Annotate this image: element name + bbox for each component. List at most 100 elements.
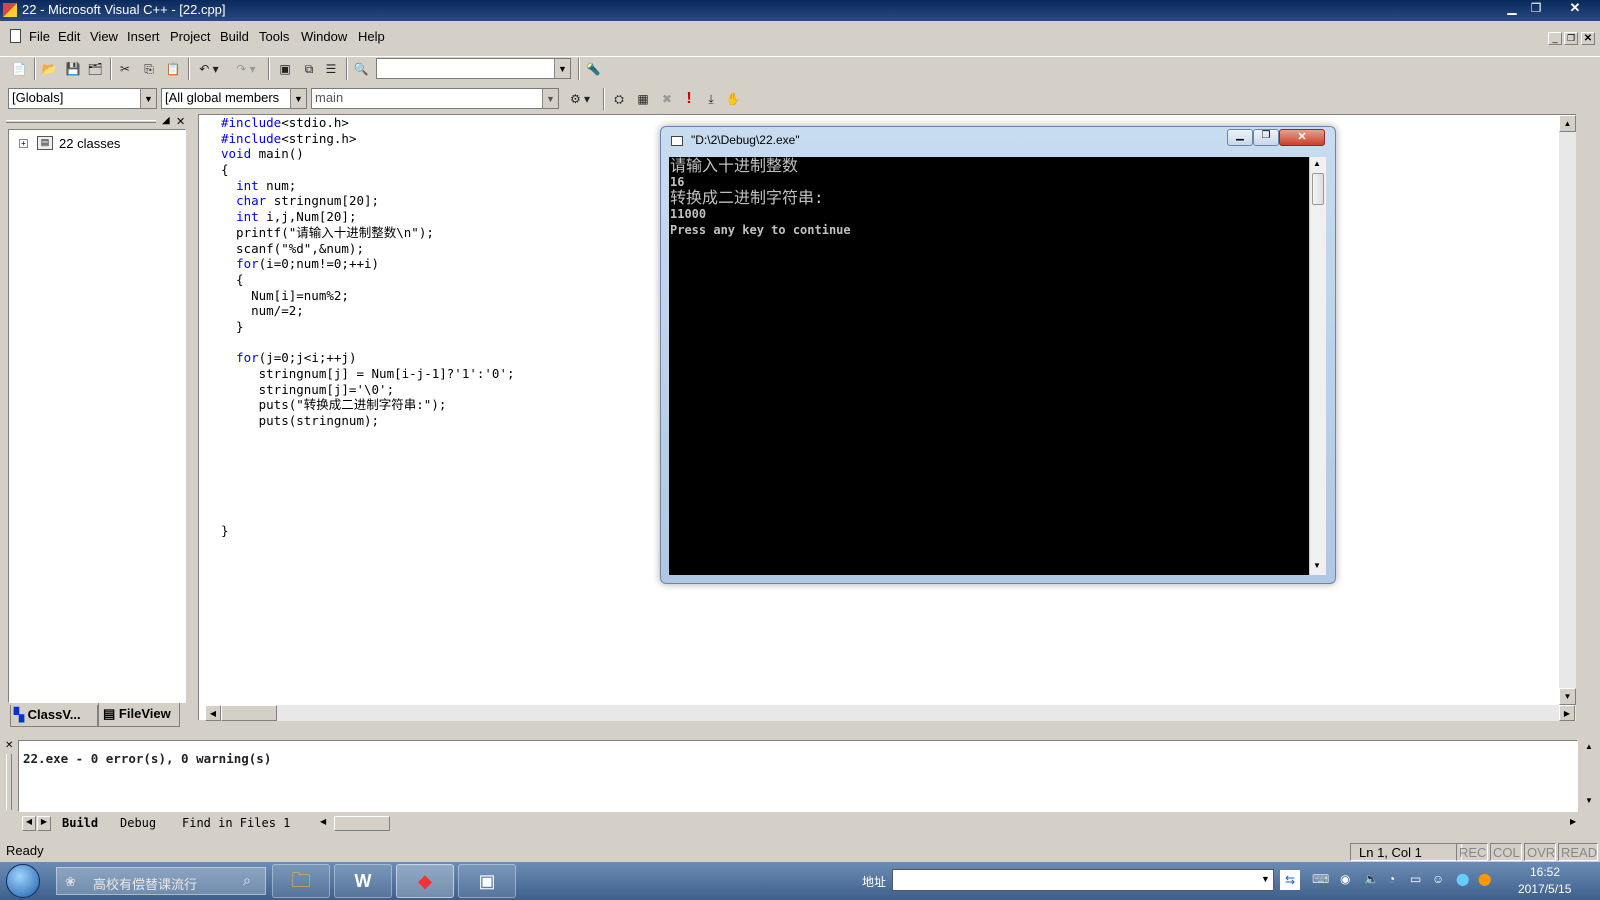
console-minimize-button[interactable]: ▁ (1227, 129, 1253, 146)
go-icon[interactable]: ⤓ (700, 88, 722, 110)
redo-icon[interactable]: ↷ ▾ (230, 58, 262, 80)
output-hscroll-right-icon[interactable]: ▶ (1570, 817, 1576, 826)
undo-icon[interactable]: ↶ ▾ (193, 58, 225, 80)
editor-vscrollbar[interactable]: ▲ ▼ (1559, 115, 1576, 705)
member-combo[interactable]: main ▼ (311, 88, 559, 109)
menu-file[interactable]: File (29, 29, 50, 44)
mdi-minimize-button[interactable]: _ (1548, 32, 1562, 45)
expand-icon[interactable]: + (19, 139, 28, 148)
chevron-down-icon[interactable]: ▼ (140, 89, 156, 108)
task-console[interactable]: ▣ (458, 864, 516, 898)
panel-close-icon[interactable]: ✕ (176, 115, 185, 128)
output-window-icon[interactable]: ⧉ (298, 58, 320, 80)
menu-edit[interactable]: Edit (58, 29, 80, 44)
filter-combo[interactable]: [All global members ▼ (161, 88, 307, 109)
find-combo[interactable]: ▼ (376, 58, 571, 79)
scope-combo[interactable]: [Globals] ▼ (8, 88, 157, 109)
output-close-icon[interactable]: ✕ (5, 740, 13, 751)
scroll-down-icon[interactable]: ▼ (1585, 796, 1593, 805)
search-icon[interactable]: ⌕ (243, 872, 251, 889)
close-button[interactable]: ✕ (1560, 0, 1590, 17)
open-icon[interactable]: 📂 (38, 58, 60, 80)
tab-build[interactable]: Build (62, 816, 98, 833)
chevron-down-icon[interactable]: ▼ (1261, 874, 1270, 884)
mdi-close-button[interactable]: ✕ (1581, 32, 1595, 45)
breakpoint-hand-icon[interactable]: ✋ (722, 88, 744, 110)
start-button[interactable] (6, 864, 40, 898)
save-all-icon[interactable]: 🗂 (84, 58, 106, 80)
menu-tools[interactable]: Tools (259, 29, 289, 44)
go-arrow-icon[interactable]: ⇆ (1280, 870, 1300, 890)
scroll-left-icon[interactable]: ◀ (205, 705, 221, 721)
console-vscrollbar[interactable]: ▲ ▼ (1309, 157, 1326, 575)
scroll-up-icon[interactable]: ▲ (1559, 115, 1576, 132)
scroll-right-icon[interactable]: ▶ (1559, 705, 1575, 721)
panel-resize-icon[interactable]: ◢ (162, 115, 170, 126)
console-maximize-button[interactable]: ❐ (1253, 129, 1279, 146)
qq-icon[interactable]: ☺ (1432, 872, 1444, 886)
chevron-down-icon[interactable]: ▼ (290, 89, 306, 108)
menu-build[interactable]: Build (220, 29, 249, 44)
tab-fileview[interactable]: ▤ FileView (98, 703, 180, 727)
taskbar-search[interactable]: ❀ 高校有偿替课流行 ⌕ (56, 867, 266, 895)
scroll-up-icon[interactable]: ▲ (1585, 742, 1593, 751)
chevron-down-icon[interactable]: ▼ (542, 89, 558, 108)
tab-scroll-left-icon[interactable]: ◀ (22, 816, 36, 831)
scroll-up-icon[interactable]: ▲ (1313, 159, 1321, 168)
console-screen[interactable]: 请输入十进制整数 16 转换成二进制字符串: 11000 Press any k… (669, 157, 1309, 575)
tab-classview[interactable]: ▚ ClassV... (10, 705, 98, 727)
clock-time[interactable]: 16:52 (1530, 865, 1560, 879)
execute-icon[interactable]: ! (678, 88, 700, 110)
output-vscrollbar[interactable]: ▲ ▼ (1582, 740, 1598, 812)
task-word[interactable]: W (334, 864, 392, 898)
cut-icon[interactable]: ✂ (114, 58, 136, 80)
tree-root-label[interactable]: 22 classes (59, 136, 120, 151)
console-scroll-thumb[interactable] (1312, 173, 1324, 205)
display-icon[interactable]: ▭ (1410, 872, 1421, 886)
speaker-icon[interactable]: ◔ (1388, 872, 1395, 886)
menu-insert[interactable]: Insert (127, 29, 160, 44)
keyboard-icon[interactable]: ⌨ (1312, 872, 1329, 886)
tab-find-in-files[interactable]: Find in Files 1 (182, 816, 290, 833)
task-explorer[interactable]: 🗀 (272, 864, 330, 898)
restore-button[interactable]: ❐ (1524, 1, 1548, 17)
stop-build-icon[interactable]: ✖ (656, 88, 678, 110)
menu-view[interactable]: View (90, 29, 118, 44)
scroll-down-icon[interactable]: ▼ (1559, 688, 1576, 705)
window-list-icon[interactable]: ☰ (320, 58, 342, 80)
copy-icon[interactable]: ⎘ (138, 58, 160, 80)
task-visual-cpp[interactable]: ◆ (396, 864, 454, 898)
build-icon[interactable]: ▦ (632, 88, 654, 110)
menu-window[interactable]: Window (301, 29, 347, 44)
address-input[interactable]: ▼ (892, 869, 1274, 891)
network-icon[interactable]: ◉ (1340, 872, 1350, 886)
volume-icon[interactable]: 🔈 (1364, 872, 1379, 886)
menu-project[interactable]: Project (170, 29, 210, 44)
new-file-icon[interactable]: 📄 (8, 58, 30, 80)
find-icon[interactable]: 🔦 (582, 58, 604, 80)
hscroll-thumb[interactable] (221, 705, 277, 721)
minimize-button[interactable]: ▁ (1500, 1, 1524, 17)
save-icon[interactable]: 💾 (62, 58, 84, 80)
console-window[interactable]: "D:\2\Debug\22.exe" ▁ ❐ ✕ 请输入十进制整数 16 转换… (660, 126, 1336, 584)
workspace-tree: + ▤ 22 classes (8, 129, 186, 703)
tab-debug[interactable]: Debug (120, 816, 156, 833)
editor-hscrollbar[interactable]: ◀ ▶ (205, 705, 1576, 721)
tab-scroll-right-icon[interactable]: ▶ (37, 816, 51, 831)
output-hscroll-left-icon[interactable]: ◀ (320, 817, 326, 826)
wizard-action-icon[interactable]: ⚙ ▾ (563, 88, 597, 110)
find-in-files-icon[interactable]: 🔍 (350, 58, 372, 80)
menu-help[interactable]: Help (358, 29, 385, 44)
output-text-area[interactable]: 22.exe - 0 error(s), 0 warning(s) (18, 740, 1578, 812)
paste-icon[interactable]: 📋 (162, 58, 184, 80)
console-close-button[interactable]: ✕ (1279, 129, 1325, 146)
mdi-restore-button[interactable]: ❐ (1564, 32, 1578, 45)
compile-icon[interactable]: ⛭ (608, 88, 630, 110)
output-hscroll-thumb[interactable] (334, 816, 390, 831)
scroll-down-icon[interactable]: ▼ (1313, 561, 1321, 570)
tray-icon-orange[interactable]: ⬤ (1478, 872, 1491, 886)
tray-icon-blue[interactable]: ⬤ (1456, 872, 1469, 886)
workspace-icon[interactable]: ▣ (274, 58, 296, 80)
clock-date[interactable]: 2017/5/15 (1518, 882, 1571, 896)
chevron-down-icon[interactable]: ▼ (554, 59, 570, 78)
